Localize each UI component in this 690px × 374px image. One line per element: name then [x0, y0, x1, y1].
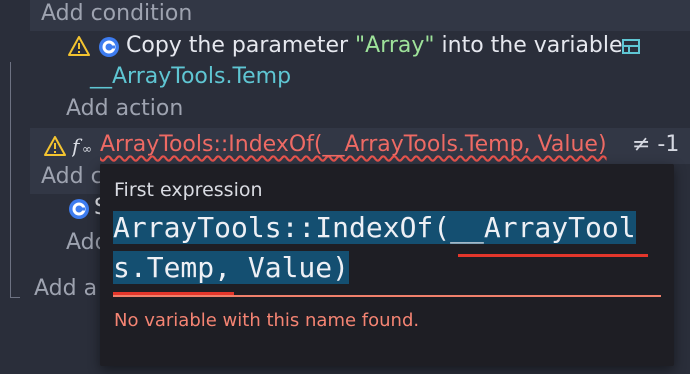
tooltip-error-message: No variable with this name found.	[114, 310, 420, 331]
code-line-1: ArrayTools::IndexOf(__ArrayTool	[113, 211, 636, 244]
tooltip-separator	[113, 295, 661, 297]
action-parameter-value: "Array"	[355, 33, 435, 58]
svg-text:∞: ∞	[82, 142, 92, 156]
event-tree-line	[10, 62, 11, 298]
add-action-link[interactable]: Add action	[66, 96, 183, 121]
action-text-prefix: Copy the parameter	[126, 33, 349, 58]
add-condition-link-2[interactable]: Add c	[41, 164, 103, 189]
condition-warning-icon	[44, 136, 66, 156]
error-underline	[458, 254, 648, 257]
condition-expression[interactable]: ArrayTools::IndexOf(__ArrayTools.Temp, V…	[100, 132, 607, 157]
variable-icon	[622, 38, 640, 56]
expression-tooltip: First expression ArrayTools::IndexOf(__A…	[100, 164, 674, 366]
add-condition-link[interactable]: Add condition	[41, 1, 192, 26]
copy-parameter-action[interactable]: Copy the parameter "Array" into the vari…	[126, 33, 623, 58]
tooltip-code: ArrayTools::IndexOf(__ArrayTool s.Temp, …	[113, 208, 661, 288]
add-event-link[interactable]: Add a	[34, 276, 97, 301]
warning-icon	[68, 36, 90, 56]
gdevelop-icon-2	[68, 198, 90, 220]
action-text-suffix: into the variable	[441, 33, 623, 58]
event-tree-corner	[10, 297, 20, 298]
gdevelop-icon	[98, 36, 120, 58]
condition-operator: ≠ -1	[632, 132, 680, 157]
tooltip-title: First expression	[114, 179, 263, 201]
function-icon: f ∞	[72, 134, 98, 158]
code-line-2: s.Temp, Value)	[113, 251, 350, 284]
action-variable-name[interactable]: __ArrayTools.Temp	[90, 64, 291, 89]
